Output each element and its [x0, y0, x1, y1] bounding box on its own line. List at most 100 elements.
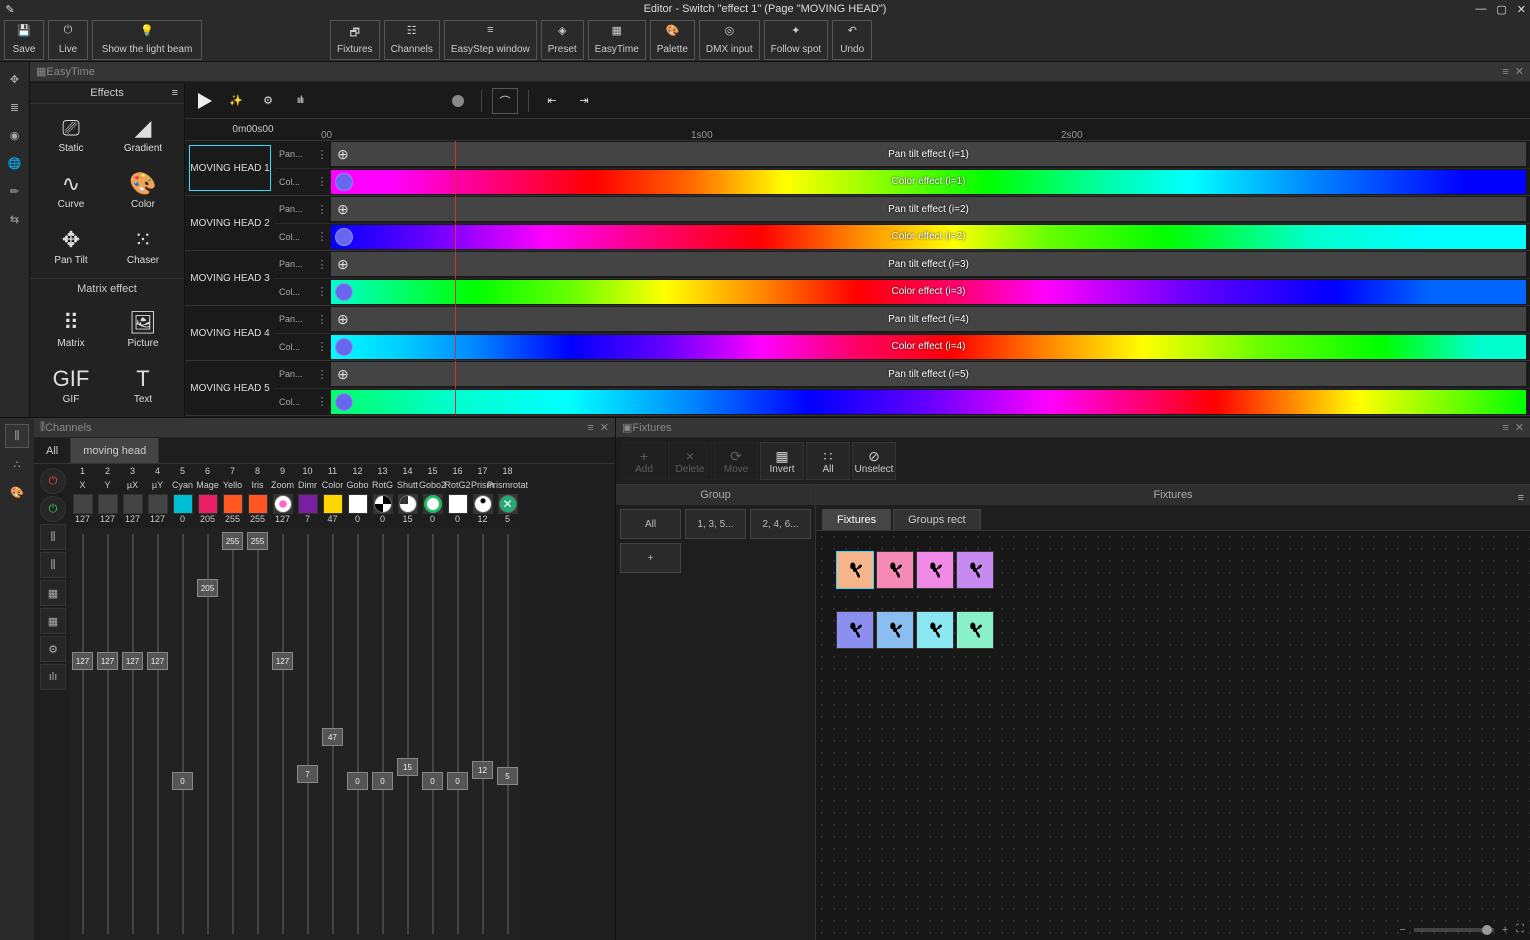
fixture-item[interactable]	[876, 611, 914, 649]
track-link-icon[interactable]: ⋮	[313, 203, 331, 216]
fixtures-invert-button[interactable]: ▦Invert	[760, 442, 804, 480]
color-clip[interactable]: Color effect (i=2)	[331, 225, 1526, 249]
fixture-track-label[interactable]: MOVING HEAD 3	[189, 255, 271, 301]
channel-type-icon[interactable]	[273, 494, 293, 514]
channel-type-icon[interactable]: ✕	[498, 494, 518, 514]
close-button[interactable]: ✕	[1517, 3, 1526, 16]
ch-settings-icon[interactable]: ⚙	[40, 636, 66, 662]
undo-button[interactable]: ↶Undo	[832, 20, 872, 60]
dmx-input-button[interactable]: ◎DMX input	[699, 20, 760, 60]
color-clip[interactable]: Color effect (i=1)	[331, 170, 1526, 194]
easytime-button[interactable]: ▦EasyTime	[588, 20, 646, 60]
audio-button[interactable]: ıılı	[287, 88, 313, 114]
ch-power-b-icon[interactable]: ⏻	[40, 496, 66, 522]
channel-type-icon[interactable]	[198, 494, 218, 514]
wand-button[interactable]: ✨	[223, 88, 249, 114]
fixtures-tab[interactable]: Groups rect	[893, 509, 980, 530]
channel-fader[interactable]: 205	[195, 528, 220, 940]
channel-fader[interactable]: 127	[145, 528, 170, 940]
fixture-track-label[interactable]: MOVING HEAD 1	[189, 145, 271, 191]
channel-fader[interactable]: 47	[320, 528, 345, 940]
play-button[interactable]	[191, 88, 217, 114]
effect-picture[interactable]: 🖼Picture	[108, 303, 178, 357]
effect-curve[interactable]: ∿Curve	[36, 164, 106, 218]
effect-gradient[interactable]: ◢Gradient	[108, 108, 178, 162]
track-link-icon[interactable]: ⋮	[313, 285, 331, 298]
easytime-menu-icon[interactable]: ≡	[1502, 66, 1508, 78]
channel-fader[interactable]: 255	[220, 528, 245, 940]
ch-faders2-icon[interactable]: ⫼	[40, 552, 66, 578]
pantilt-clip[interactable]: Pan tilt effect (i=4)	[331, 307, 1526, 331]
channel-type-icon[interactable]	[173, 494, 193, 514]
channel-fader[interactable]: 255	[245, 528, 270, 940]
channel-tab[interactable]: All	[34, 438, 71, 463]
track-link-icon[interactable]: ⋮	[313, 148, 331, 161]
color-clip[interactable]: Color effect (i=3)	[331, 280, 1526, 304]
channel-type-icon[interactable]	[448, 494, 468, 514]
channel-fader[interactable]: 5	[495, 528, 520, 940]
channel-type-icon[interactable]	[323, 494, 343, 514]
color-clip[interactable]	[331, 390, 1526, 414]
fixture-item[interactable]	[956, 551, 994, 589]
fixture-item[interactable]	[956, 611, 994, 649]
ch-power-a-icon[interactable]: ⏻	[40, 468, 66, 494]
show-beam-button[interactable]: 💡Show the light beam	[92, 20, 202, 60]
group-button[interactable]: All	[620, 509, 681, 539]
preset-button[interactable]: ◈Preset	[541, 20, 584, 60]
group-button[interactable]: 2, 4, 6...	[750, 509, 811, 539]
channel-fader[interactable]: 127	[70, 528, 95, 940]
ch-faders-icon[interactable]: ⫼	[40, 524, 66, 550]
channel-fader[interactable]: 127	[120, 528, 145, 940]
tool-brush-icon[interactable]: ✏	[4, 180, 26, 202]
channel-type-icon[interactable]	[473, 494, 493, 514]
fixture-item[interactable]	[916, 611, 954, 649]
track-link-icon[interactable]: ⋮	[313, 175, 331, 188]
palette-button[interactable]: 🎨Palette	[650, 20, 695, 60]
pantilt-clip[interactable]: Pan tilt effect (i=1)	[331, 142, 1526, 166]
minimize-button[interactable]: —	[1475, 3, 1486, 16]
group-button[interactable]: 1, 3, 5...	[685, 509, 746, 539]
effects-menu-icon[interactable]: ≡	[172, 87, 178, 99]
fixtures-tab[interactable]: Fixtures	[822, 509, 891, 530]
snap-button[interactable]: ⌒	[492, 88, 518, 114]
channel-type-icon[interactable]	[123, 494, 143, 514]
channel-type-icon[interactable]	[423, 494, 443, 514]
ch-mode-dots-icon[interactable]: ∴	[5, 452, 29, 476]
zoom-in-icon[interactable]: +	[1502, 924, 1508, 936]
channels-button[interactable]: ☷Channels	[384, 20, 440, 60]
effect-matrix[interactable]: ⠿Matrix	[36, 303, 106, 357]
add-group-button[interactable]: +	[620, 543, 681, 573]
effect-color[interactable]: 🎨Color	[108, 164, 178, 218]
settings-button[interactable]: ⚙	[255, 88, 281, 114]
channel-type-icon[interactable]	[373, 494, 393, 514]
live-button[interactable]: ⏻Live	[48, 20, 88, 60]
channel-fader[interactable]: 15	[395, 528, 420, 940]
channel-fader[interactable]: 0	[420, 528, 445, 940]
fixture-item[interactable]	[836, 611, 874, 649]
channel-type-icon[interactable]	[298, 494, 318, 514]
fixtures-menu-icon[interactable]: ≡	[1502, 422, 1508, 434]
ch-grid2-icon[interactable]: ▦	[40, 608, 66, 634]
zoom-out-icon[interactable]: −	[1399, 924, 1405, 936]
maximize-button[interactable]: ▢	[1496, 3, 1506, 16]
follow-spot-button[interactable]: ✦Follow spot	[764, 20, 829, 60]
ch-mode-palette-icon[interactable]: 🎨	[5, 480, 29, 504]
channel-type-icon[interactable]	[73, 494, 93, 514]
ch-mode-faders-icon[interactable]: ⫼	[5, 424, 29, 448]
channel-fader[interactable]: 0	[170, 528, 195, 940]
fixtures-canvas[interactable]: − + ⛶	[816, 531, 1530, 940]
easystep-button[interactable]: ≡EasyStep window	[444, 20, 537, 60]
channel-fader[interactable]: 127	[270, 528, 295, 940]
tool-swap-icon[interactable]: ⇆	[4, 208, 26, 230]
ch-bars-icon[interactable]: ılı	[40, 664, 66, 690]
zoom-fit-icon[interactable]: ⛶	[1516, 923, 1524, 936]
channels-menu-icon[interactable]: ≡	[587, 422, 593, 434]
track-link-icon[interactable]: ⋮	[313, 258, 331, 271]
pantilt-clip[interactable]: Pan tilt effect (i=2)	[331, 197, 1526, 221]
zoom-control[interactable]: − + ⛶	[1399, 923, 1524, 936]
track-link-icon[interactable]: ⋮	[313, 313, 331, 326]
tool-globe-icon[interactable]: 🌐	[4, 152, 26, 174]
align-right-button[interactable]: ⇥	[571, 88, 597, 114]
fixture-item[interactable]	[916, 551, 954, 589]
tool-move-icon[interactable]: ✥	[4, 68, 26, 90]
